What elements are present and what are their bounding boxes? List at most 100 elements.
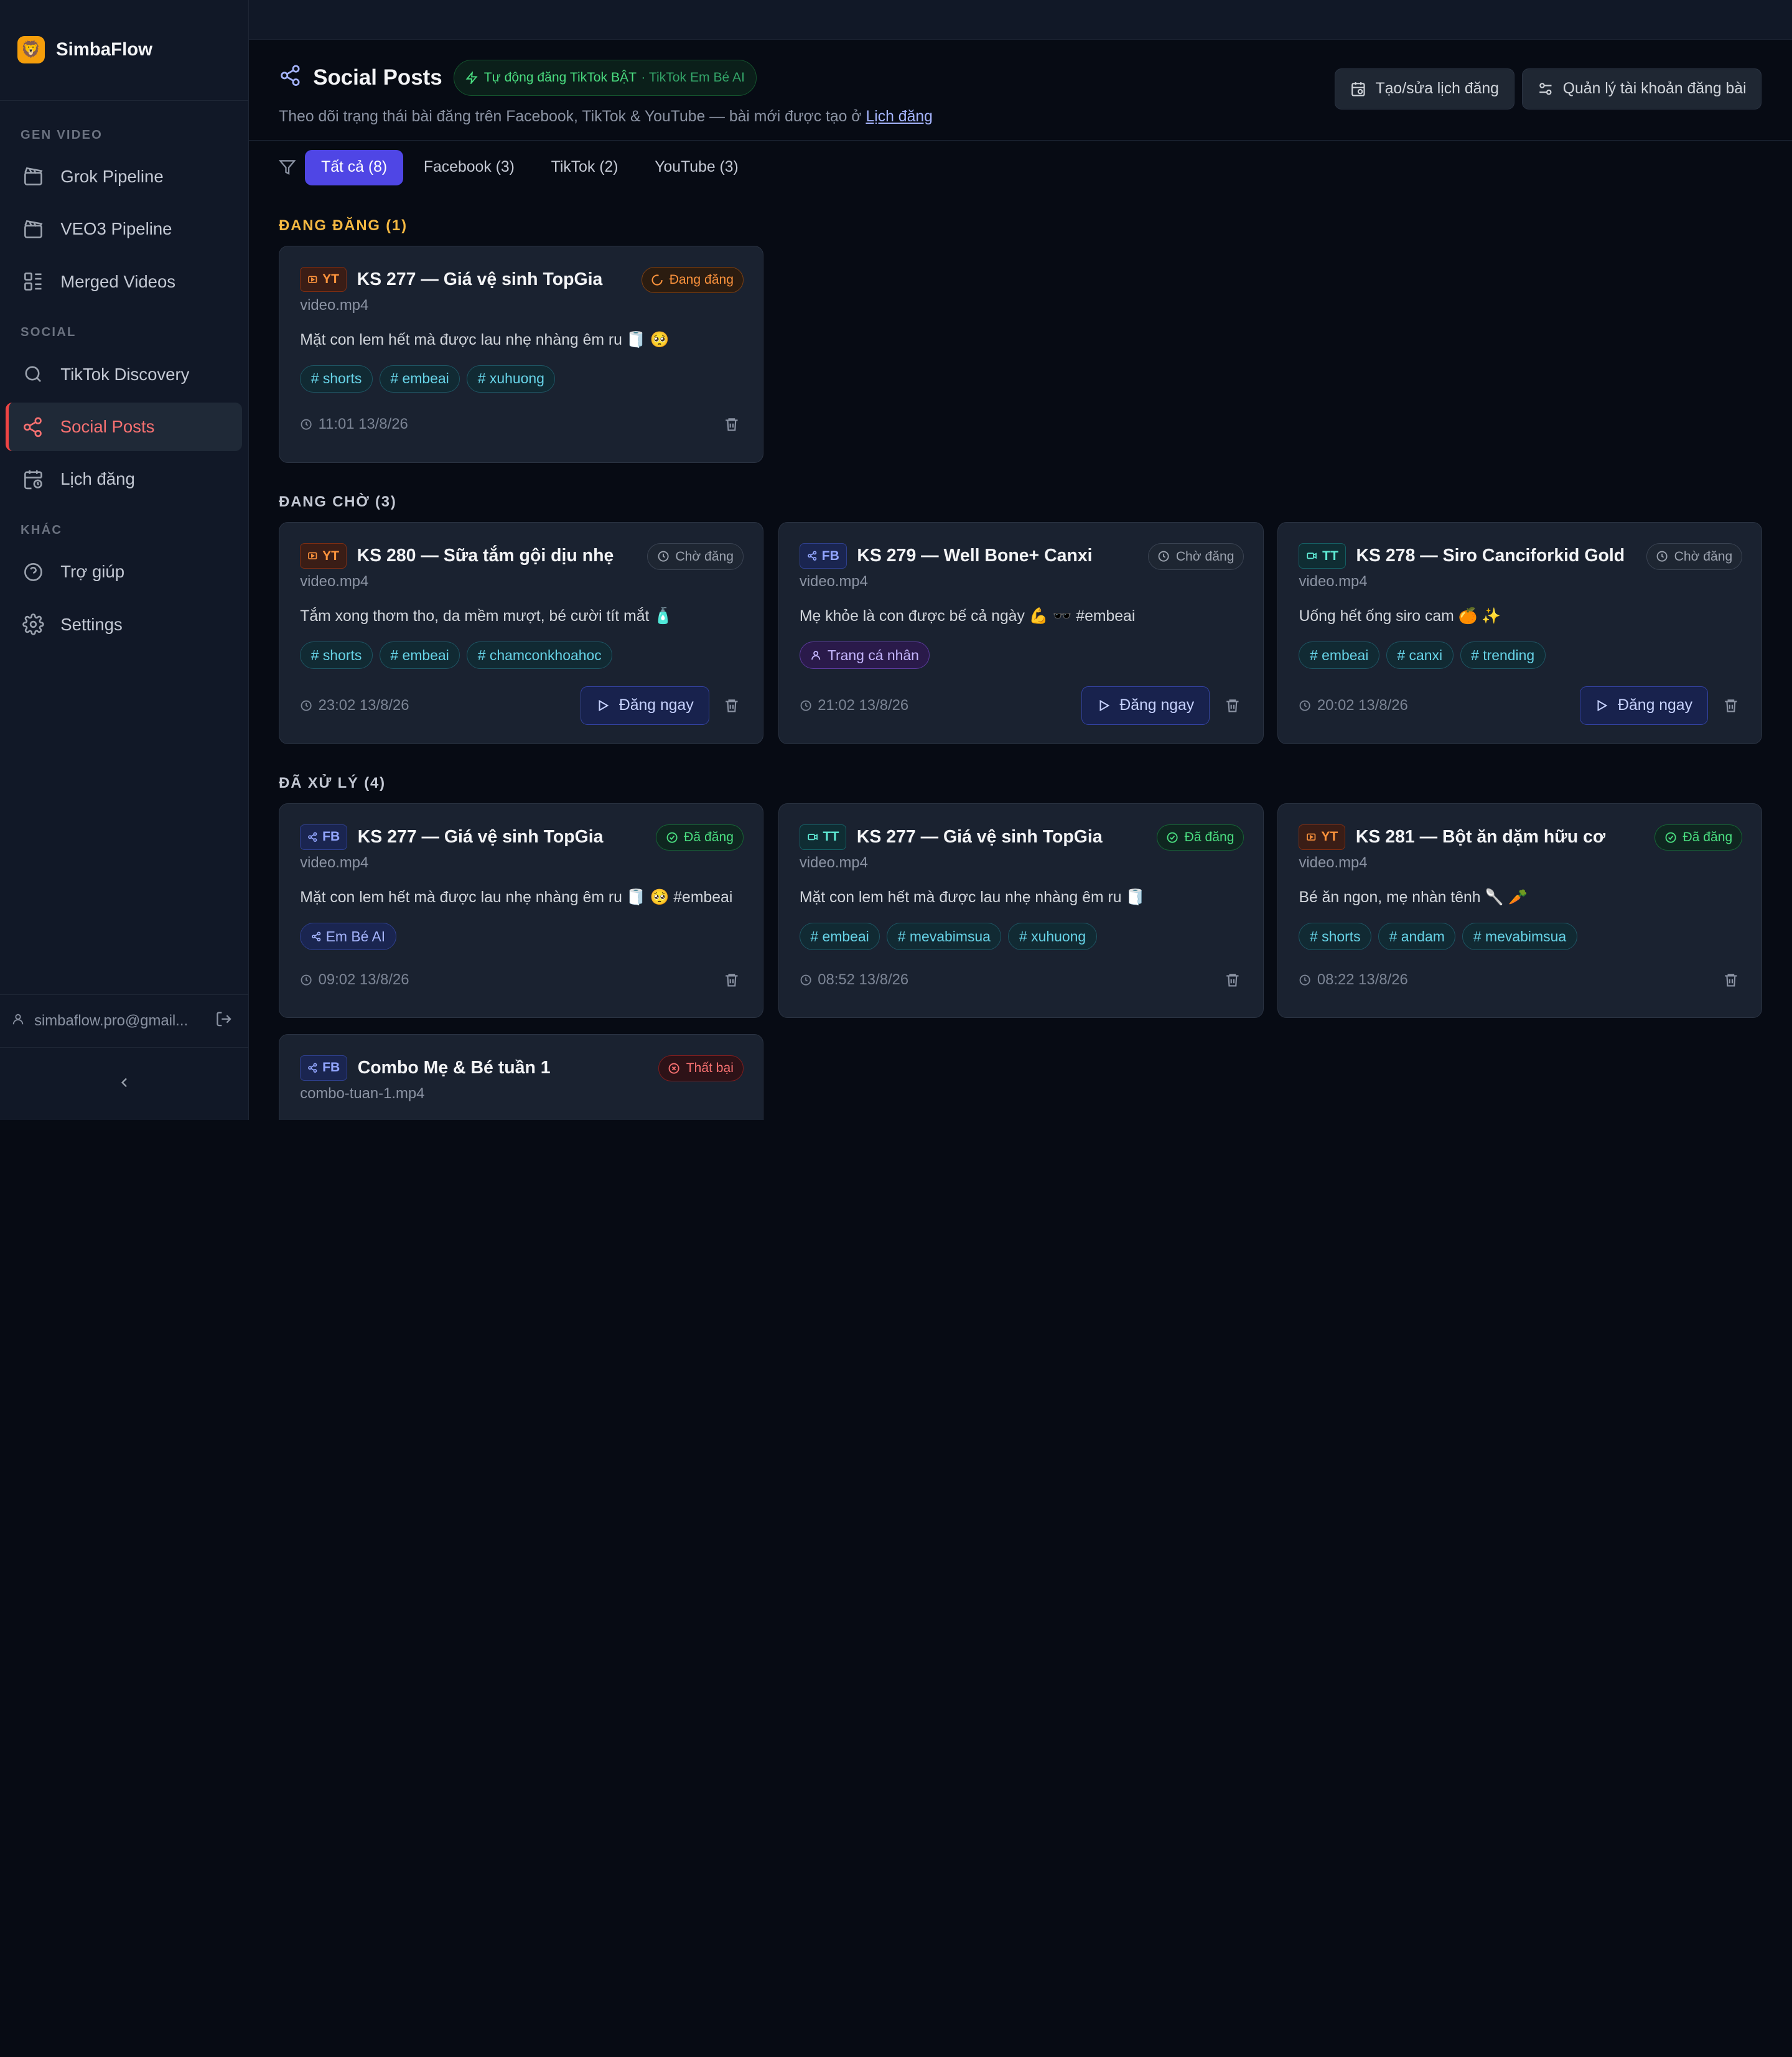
chevron-left-icon (116, 1074, 133, 1095)
platform-label: YT (1321, 829, 1338, 844)
share-icon (307, 1063, 318, 1073)
post-card[interactable]: YT KS 277 — Giá vệ sinh TopGia Đang đăng… (279, 245, 763, 463)
manage-accounts-button[interactable]: Quản lý tài khoản đăng bài (1522, 68, 1762, 110)
status-label: Đã đăng (1682, 830, 1733, 845)
post-title: KS 277 — Giá vệ sinh TopGia (357, 269, 603, 289)
post-caption: Tắm xong thơm tho, da mềm mượt, bé cười … (300, 608, 673, 625)
file-name: video.mp4 (300, 854, 369, 871)
post-time: 21:02 13/8/26 (800, 697, 1081, 714)
post-time-text: 23:02 13/8/26 (318, 697, 409, 714)
post-now-button[interactable]: Đăng ngay (581, 686, 709, 725)
tag-list: # embeai # mevabimsua # xuhuong (799, 923, 1097, 951)
clock-icon (1656, 550, 1668, 562)
sidebar: 🦁 SimbaFlow GEN VIDEO Grok Pipeline VEO3… (0, 0, 250, 1120)
tab-all[interactable]: Tất cả (8) (305, 149, 403, 185)
post-card[interactable]: YT KS 280 — Sữa tắm gội dịu nhẹ Chờ đăng… (279, 522, 763, 744)
user-footer: simbaflow.pro@gmail... (0, 994, 249, 1048)
edit-schedule-button[interactable]: Tạo/sửa lịch đăng (1335, 68, 1514, 110)
lightning-icon (465, 71, 478, 84)
sidebar-item-label: VEO3 Pipeline (60, 219, 172, 239)
post-card[interactable]: FB Combo Mẹ & Bé tuần 1 Thất bại combo-t… (279, 1034, 763, 1120)
youtube-icon (1306, 832, 1317, 842)
post-time-text: 08:52 13/8/26 (818, 971, 909, 988)
clock-icon (800, 699, 812, 712)
tag-label: # xuhuong (1019, 928, 1086, 945)
tag-chip: # chamconkhoahoc (467, 641, 613, 669)
post-card[interactable]: FB KS 277 — Giá vệ sinh TopGia Đã đăng v… (279, 803, 763, 1019)
tag-list: # shorts # embeai # chamconkhoahoc (300, 641, 613, 669)
delete-icon[interactable] (721, 972, 744, 988)
calendar-icon (1350, 81, 1366, 97)
auto-post-badge: Tự động đăng TikTok BẬT · TikTok Em Bé A… (453, 59, 757, 96)
brand[interactable]: 🦁 SimbaFlow (0, 0, 249, 101)
post-now-button[interactable]: Đăng ngay (1081, 686, 1210, 725)
tag-chip: # xuhuong (467, 365, 556, 393)
post-time-text: 11:01 13/8/26 (318, 416, 408, 433)
sidebar-item-tiktok-discovery[interactable]: TikTok Discovery (6, 350, 242, 399)
sidebar-item-lich-dang[interactable]: Lịch đăng (6, 455, 242, 504)
tag-label: # andam (1389, 928, 1445, 945)
sidebar-item-label: TikTok Discovery (60, 364, 190, 384)
delete-icon[interactable] (721, 697, 744, 714)
platform-badge: YT (300, 266, 347, 292)
status-badge: Đã đăng (656, 824, 744, 851)
tag-label: # canxi (1397, 646, 1443, 663)
post-card[interactable]: TT KS 277 — Giá vệ sinh TopGia Đã đăng v… (778, 803, 1264, 1019)
clapperboard-icon (22, 165, 45, 188)
share-icon (807, 551, 818, 561)
sidebar-item-help[interactable]: Trợ giúp (6, 548, 242, 597)
tag-label: # embeai (390, 646, 449, 663)
sidebar-item-merged-videos[interactable]: Merged Videos (6, 257, 242, 306)
post-card[interactable]: YT KS 281 — Bột ăn dặm hữu cơ Đã đăng vi… (1277, 803, 1763, 1019)
post-now-button[interactable]: Đăng ngay (1579, 686, 1708, 725)
check-circle-icon (666, 831, 678, 844)
delete-icon[interactable] (1719, 972, 1742, 988)
nav-section-social: SOCIAL (21, 325, 77, 340)
nav-section-khac: KHÁC (21, 523, 63, 538)
sidebar-item-grok-pipeline[interactable]: Grok Pipeline (6, 152, 242, 201)
collapse-sidebar-button[interactable] (0, 1074, 248, 1095)
post-time-text: 20:02 13/8/26 (1317, 697, 1408, 714)
share-icon (307, 832, 318, 842)
schedule-link[interactable]: Lịch đăng (866, 108, 932, 125)
post-time: 20:02 13/8/26 (1299, 697, 1579, 714)
sidebar-item-veo3-pipeline[interactable]: VEO3 Pipeline (6, 205, 242, 254)
tag-label: # trending (1471, 646, 1535, 663)
merge-icon (22, 270, 45, 293)
post-card[interactable]: TT KS 278 — Siro Canciforkid Gold Chờ đă… (1277, 522, 1763, 744)
filter-icon (279, 159, 296, 176)
delete-icon[interactable] (721, 416, 744, 432)
delete-icon[interactable] (1221, 697, 1244, 714)
post-time: 11:01 13/8/26 (300, 416, 721, 433)
tab-tiktok[interactable]: TikTok (2) (535, 150, 634, 185)
status-badge: Đã đăng (1156, 824, 1244, 851)
status-badge: Chờ đăng (647, 543, 744, 570)
post-card[interactable]: FB KS 279 — Well Bone+ Canxi Chờ đăng vi… (778, 522, 1264, 744)
platform-label: TT (1322, 548, 1338, 563)
share-icon (279, 64, 302, 92)
post-caption: Bé ăn ngon, mẹ nhàn tênh 🥄 🥕 (1299, 889, 1528, 907)
play-icon (1595, 699, 1608, 712)
delete-icon[interactable] (1719, 697, 1742, 714)
sidebar-item-social-posts[interactable]: Social Posts (6, 402, 243, 452)
tab-facebook[interactable]: Facebook (3) (408, 150, 530, 185)
logout-icon[interactable] (215, 1010, 233, 1032)
tag-label: # shorts (310, 646, 362, 663)
post-caption: Mặt con lem hết mà được lau nhẹ nhàng êm… (300, 889, 733, 907)
help-icon (22, 561, 45, 584)
tab-youtube[interactable]: YouTube (3) (639, 150, 755, 185)
clock-icon (1299, 699, 1311, 712)
share-icon (311, 931, 322, 942)
platform-label: FB (322, 1060, 340, 1075)
subtitle-text: Theo dõi trạng thái bài đăng trên Facebo… (279, 108, 862, 126)
file-name: video.mp4 (799, 854, 868, 871)
tag-chip: Em Bé AI (300, 923, 396, 951)
clock-icon (1157, 550, 1170, 562)
sidebar-item-settings[interactable]: Settings (6, 600, 242, 649)
delete-icon[interactable] (1221, 972, 1244, 988)
status-label: Đã đăng (1184, 830, 1234, 845)
user-icon (11, 1012, 25, 1030)
user-email: simbaflow.pro@gmail... (34, 1012, 189, 1030)
tag-label: # embeai (810, 928, 869, 945)
video-icon (807, 832, 818, 842)
